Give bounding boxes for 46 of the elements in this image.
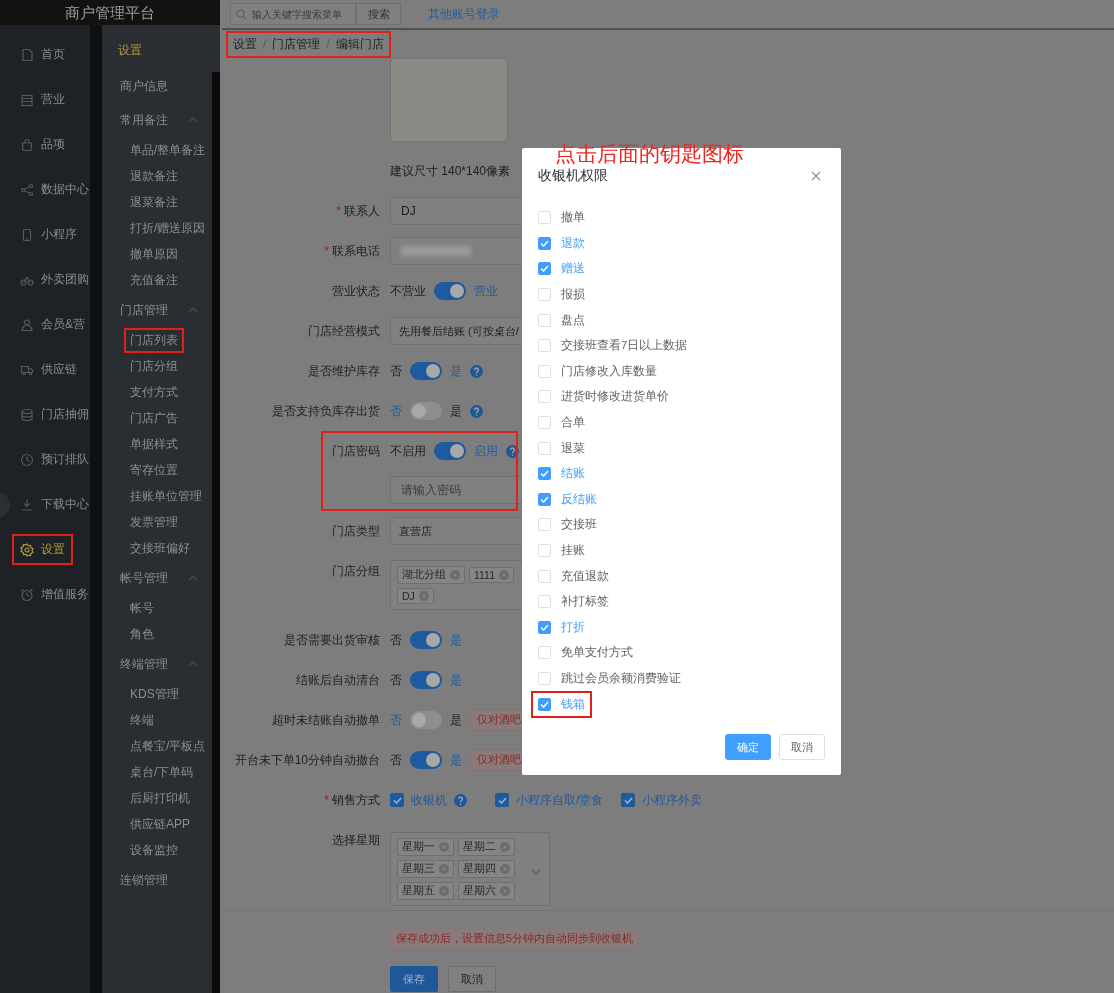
switch-label: 否: [390, 631, 402, 649]
switch-label: 是: [450, 751, 462, 769]
switch-label: 启用: [474, 442, 498, 460]
field-label: 开台未下单10分钟自动撤台: [234, 753, 380, 767]
switch-label: 是: [450, 362, 462, 380]
switch-label: 不营业: [390, 282, 426, 300]
tag-label: 星期五: [402, 884, 435, 898]
annotation-text: 点击后面的钥匙图标: [555, 141, 744, 167]
field-label: 营业状态: [332, 284, 380, 298]
breadcrumb-separator: /: [263, 37, 267, 51]
tag-label: 星期四: [463, 862, 496, 876]
submenu-title: 设置: [117, 42, 143, 59]
tag-label: 1111: [474, 569, 496, 581]
tag-label: 星期一: [402, 840, 435, 854]
switch-label: 不启用: [390, 442, 426, 460]
field-label: * 联系人: [336, 204, 380, 218]
field-label: 门店类型: [332, 524, 380, 538]
field-label: 是否维护库存: [308, 364, 380, 378]
sync-notice: 保存成功后，设置信息5分钟内自动同步到收银机: [390, 929, 639, 949]
breadcrumb-separator: /: [326, 37, 330, 51]
tag-label: DJ: [402, 590, 415, 602]
switch-label: 否: [390, 671, 402, 689]
switch-label: 否: [390, 362, 402, 380]
field-label: 超时未结账自动撤单: [272, 713, 380, 727]
switch-label: 是: [450, 671, 462, 689]
switch-label: 否: [390, 751, 402, 769]
switch-label: 否: [390, 402, 402, 420]
switch-label: 是: [450, 711, 462, 729]
field-label: * 销售方式: [324, 793, 380, 807]
dialog-title: 收银机权限: [538, 167, 608, 185]
field-label: 门店密码: [332, 444, 380, 458]
tag-label: 星期二: [463, 840, 496, 854]
field-label: 选择星期: [332, 833, 380, 847]
field-label: 门店经营模式: [308, 324, 380, 338]
field-label: * 联系电话: [324, 244, 380, 258]
field-label: 门店分组: [332, 564, 380, 578]
field-label: 是否需要出货审核: [284, 633, 380, 647]
tag-label: 星期六: [463, 884, 496, 898]
switch-label: 是: [450, 402, 462, 420]
tag-label: 湖北分组: [402, 568, 446, 582]
field-label: 是否支持负库存出货: [272, 404, 380, 418]
switch-label: 营业: [474, 282, 498, 300]
switch-label: 否: [390, 711, 402, 729]
switch-label: 是: [450, 631, 462, 649]
field-label: 结账后自动清台: [296, 673, 380, 687]
image-size-hint: 建议尺寸 140*140像素: [390, 163, 511, 180]
